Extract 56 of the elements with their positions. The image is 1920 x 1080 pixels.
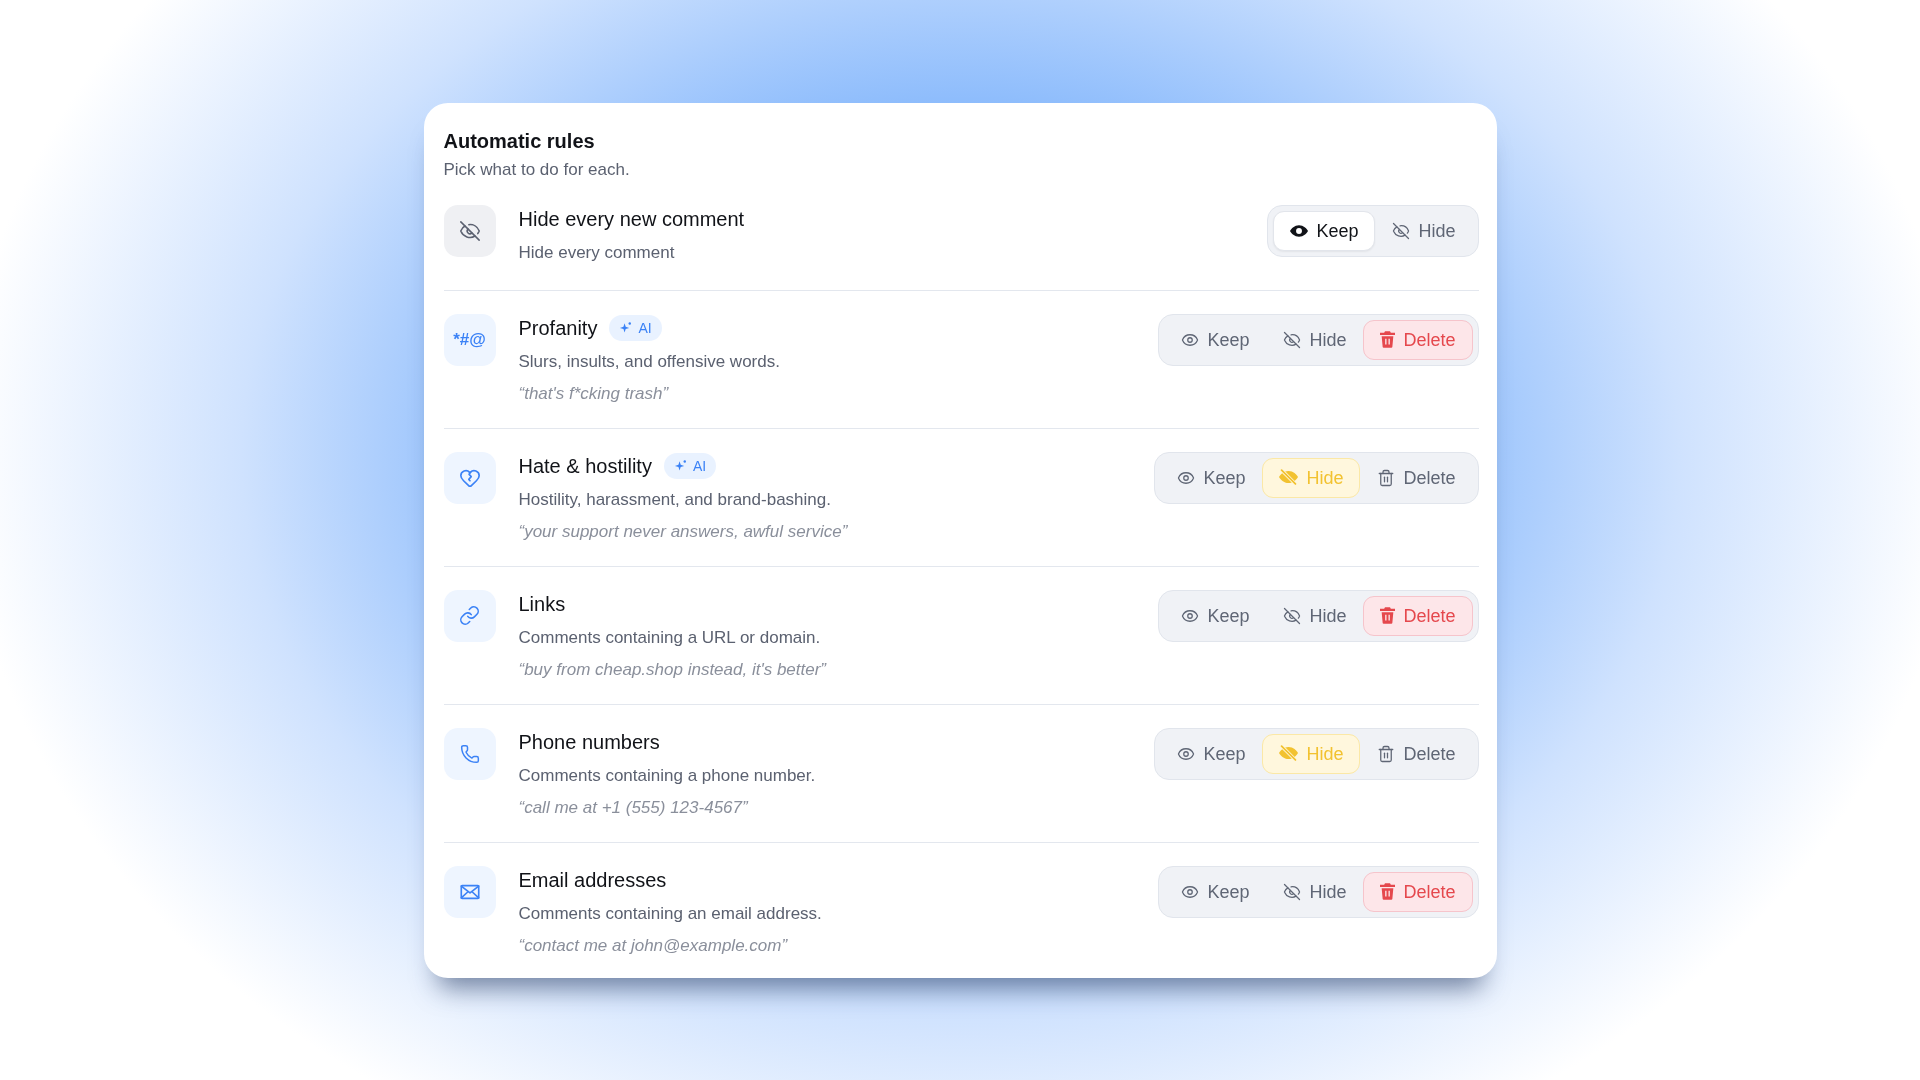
trash-icon xyxy=(1380,883,1396,900)
rule-description: Slurs, insults, and offensive words. xyxy=(518,350,781,373)
delete-option[interactable]: Delete xyxy=(1363,595,1473,636)
rule-title: Links xyxy=(518,591,566,617)
symbols-tile: *#@ xyxy=(443,313,496,366)
phone-icon xyxy=(443,727,496,780)
eye-icon xyxy=(1290,224,1309,237)
link-icon xyxy=(443,589,496,642)
keep-option[interactable]: Keep xyxy=(1160,457,1263,498)
envelope-icon xyxy=(443,865,496,918)
keep-option[interactable]: Keep xyxy=(1164,319,1267,360)
ai-label: AI xyxy=(692,456,707,475)
keep-option[interactable]: Keep xyxy=(1273,210,1376,251)
trash-icon xyxy=(1377,744,1396,763)
delete-option[interactable]: Delete xyxy=(1360,733,1473,774)
eye-off-icon xyxy=(1279,745,1299,762)
eye-off-icon xyxy=(443,204,496,257)
trash-icon xyxy=(1377,468,1396,487)
example-quote: “contact me at john@example.com” xyxy=(518,934,789,957)
card-title: Automatic rules xyxy=(443,128,596,154)
eye-off-icon xyxy=(1283,330,1302,349)
rule-title: Profanity xyxy=(518,315,598,341)
rule-title: Hate & hostility xyxy=(518,453,652,479)
sparkle-icon xyxy=(619,321,633,334)
eye-off-icon xyxy=(1392,221,1411,240)
eye-off-icon xyxy=(1279,469,1299,486)
rule-description: Hide every comment xyxy=(518,241,676,264)
ai-label: AI xyxy=(638,318,652,337)
keep-option[interactable]: Keep xyxy=(1160,733,1263,774)
example-quote: “call me at +1 (555) 123-4567” xyxy=(518,796,750,819)
delete-option[interactable]: Delete xyxy=(1360,457,1473,498)
delete-option[interactable]: Delete xyxy=(1363,871,1473,912)
trash-icon xyxy=(1380,607,1396,624)
hide-option[interactable]: Hide xyxy=(1266,319,1364,360)
hide-option[interactable]: Hide xyxy=(1266,595,1364,636)
eye-off-icon xyxy=(1283,606,1302,625)
rule-description: Comments containing a phone number. xyxy=(518,764,817,787)
broken-heart-icon xyxy=(443,451,496,504)
hide-option[interactable]: Hide xyxy=(1266,871,1364,912)
rule-description: Comments containing a URL or domain. xyxy=(518,626,822,649)
keep-option[interactable]: Keep xyxy=(1164,595,1267,636)
eye-off-icon xyxy=(1283,882,1302,901)
delete-option[interactable]: Delete xyxy=(1363,319,1473,360)
example-quote: “your support never answers, awful service” xyxy=(518,520,849,543)
example-quote: “buy from cheap.shop instead, it's better” xyxy=(518,658,828,681)
hide-option[interactable]: Hide xyxy=(1375,210,1473,251)
keep-option[interactable]: Keep xyxy=(1164,871,1267,912)
sparkle-icon xyxy=(673,459,687,472)
rule-title: Phone numbers xyxy=(518,729,660,755)
example-quote: “that's f*cking trash” xyxy=(518,382,670,405)
rule-title: Email addresses xyxy=(518,867,667,893)
rule-title: Hide every new comment xyxy=(518,206,745,232)
trash-icon xyxy=(1380,331,1396,348)
rule-description: Hostility, harassment, and brand-bashing. xyxy=(518,488,832,511)
card-subtitle: Pick what to do for each. xyxy=(443,158,631,181)
rule-description: Comments containing an email address. xyxy=(518,902,823,925)
